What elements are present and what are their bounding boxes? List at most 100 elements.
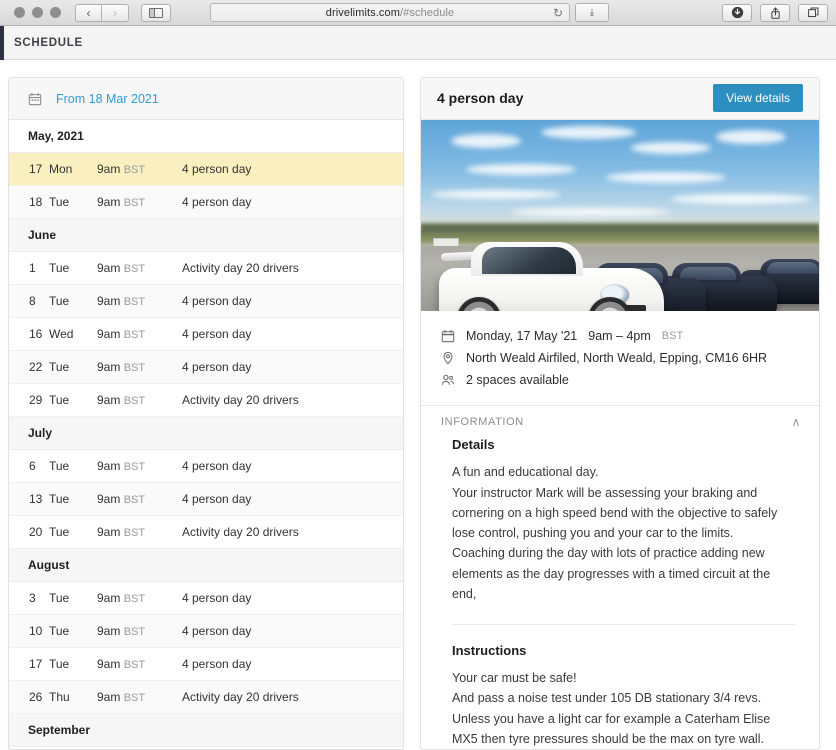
row-time: 9am BST: [97, 525, 182, 539]
browser-toolbar: ‹ › drivelimits.com/#schedule ↻ ⤓: [0, 0, 836, 26]
cloud-shape: [466, 163, 576, 175]
row-time: 9am BST: [97, 459, 182, 473]
cloud-shape: [451, 133, 521, 148]
row-day: 26: [29, 690, 43, 704]
reader-view-button[interactable]: ⤓: [575, 3, 609, 22]
meta-date-row: Monday, 17 May '21 9am – 4pm BST: [441, 325, 803, 347]
row-weekday: Wed: [49, 327, 74, 341]
row-day: 3: [29, 591, 36, 605]
schedule-row[interactable]: 20 Tue 9am BST Activity day 20 drivers: [9, 516, 403, 549]
view-details-button[interactable]: View details: [713, 84, 803, 113]
tabs-icon: [807, 7, 818, 18]
information-label: INFORMATION: [441, 415, 524, 428]
row-time-tz: BST: [123, 164, 146, 176]
downloads-button[interactable]: [722, 3, 752, 22]
row-time-tz: BST: [123, 626, 146, 638]
month-header: September: [9, 714, 403, 747]
row-weekday: Mon: [49, 162, 73, 176]
row-weekday: Tue: [49, 261, 70, 275]
show-tabs-button[interactable]: [798, 3, 828, 22]
location-pin-icon: [443, 352, 453, 365]
schedule-row[interactable]: 17 Mon 9am BST 4 person day: [9, 153, 403, 186]
car-glass: [767, 262, 819, 274]
close-window-button[interactable]: [14, 7, 25, 18]
row-time: 9am BST: [97, 162, 182, 176]
url-domain: drivelimits.com: [325, 6, 400, 19]
cloud-shape: [716, 129, 786, 144]
schedule-row[interactable]: 16 Wed 9am BST 4 person day: [9, 318, 403, 351]
row-time-tz: BST: [123, 527, 146, 539]
app-header: SCHEDULE: [0, 26, 836, 60]
month-header: May, 2021: [9, 120, 403, 153]
event-meta: Monday, 17 May '21 9am – 4pm BST North W…: [421, 311, 819, 407]
schedule-row[interactable]: 6 Tue 9am BST 4 person day: [9, 450, 403, 483]
cloud-shape: [671, 193, 811, 204]
sidebar-icon: [149, 7, 163, 18]
row-time-value: 9am: [97, 195, 121, 209]
schedule-row[interactable]: 1 Tue 9am BST Activity day 20 drivers: [9, 252, 403, 285]
row-day: 18: [29, 195, 43, 209]
window-traffic-lights: [14, 7, 61, 18]
share-button[interactable]: [760, 3, 790, 22]
forward-button[interactable]: ›: [102, 3, 129, 22]
information-body: Details A fun and educational day. Your i…: [421, 437, 819, 749]
meta-date-text: Monday, 17 May '21: [466, 329, 578, 344]
schedule-row[interactable]: 29 Tue 9am BST Activity day 20 drivers: [9, 384, 403, 417]
row-time: 9am BST: [97, 492, 182, 506]
row-day: 6: [29, 459, 36, 473]
row-event-name: 4 person day: [182, 591, 252, 605]
row-weekday: Tue: [49, 195, 70, 209]
back-button[interactable]: ‹: [75, 3, 102, 22]
row-day: 29: [29, 393, 43, 407]
schedule-row[interactable]: 8 Tue 9am BST 4 person day: [9, 285, 403, 318]
navigation-buttons: ‹ ›: [75, 3, 129, 22]
rear-wheel: [457, 296, 501, 312]
schedule-row[interactable]: 13 Tue 9am BST 4 person day: [9, 483, 403, 516]
row-time-value: 9am: [97, 657, 121, 671]
row-time: 9am BST: [97, 327, 182, 341]
row-weekday: Tue: [49, 525, 70, 539]
schedule-row[interactable]: 18 Tue 9am BST 4 person day: [9, 186, 403, 219]
schedule-row[interactable]: 22 Tue 9am BST 4 person day: [9, 351, 403, 384]
maximize-window-button[interactable]: [50, 7, 61, 18]
information-section-toggle[interactable]: INFORMATION ∧: [421, 406, 819, 437]
calendar-icon: [441, 329, 455, 343]
car-windshield: [481, 246, 577, 274]
row-time-tz: BST: [123, 395, 146, 407]
row-event-name: Activity day 20 drivers: [182, 393, 299, 407]
download-icon: [731, 6, 743, 19]
event-detail-card: 4 person day View details Monday, 17 May…: [420, 77, 820, 750]
details-heading: Details: [452, 437, 495, 453]
row-time: 9am BST: [97, 360, 182, 374]
white-porsche-gt3: [439, 241, 664, 312]
row-event-name: 4 person day: [182, 459, 252, 473]
schedule-row[interactable]: 17 Tue 9am BST 4 person day: [9, 648, 403, 681]
row-day: 17: [29, 657, 43, 671]
row-time: 9am BST: [97, 393, 182, 407]
reload-icon[interactable]: ↻: [553, 7, 563, 19]
page-body: From 18 Mar 2021 May, 2021 17 Mon 9am BST 4 …: [0, 60, 836, 750]
meta-location-row: North Weald Airfiled, North Weald, Eppin…: [441, 347, 803, 369]
row-event-name: 4 person day: [182, 294, 252, 308]
date-filter-label: From 18 Mar 2021: [56, 91, 159, 106]
row-time-tz: BST: [123, 659, 146, 671]
row-time-value: 9am: [97, 624, 121, 638]
chevron-up-icon: ∧: [791, 414, 801, 429]
month-header: June: [9, 219, 403, 252]
event-title: 4 person day: [437, 90, 524, 107]
row-time-tz: BST: [123, 692, 146, 704]
row-time: 9am BST: [97, 294, 182, 308]
schedule-row[interactable]: 26 Thu 9am BST Activity day 20 drivers: [9, 681, 403, 714]
minimize-window-button[interactable]: [32, 7, 43, 18]
address-bar[interactable]: drivelimits.com/#schedule ↻: [210, 3, 570, 22]
schedule-row[interactable]: 3 Tue 9am BST 4 person day: [9, 582, 403, 615]
month-header: August: [9, 549, 403, 582]
row-day: 13: [29, 492, 43, 506]
row-time-value: 9am: [97, 459, 121, 473]
schedule-row[interactable]: 10 Tue 9am BST 4 person day: [9, 615, 403, 648]
date-filter[interactable]: From 18 Mar 2021: [9, 78, 403, 120]
row-time-tz: BST: [123, 329, 146, 341]
section-divider: [452, 624, 795, 625]
sidebar-toggle-button[interactable]: [141, 3, 171, 22]
row-weekday: Tue: [49, 624, 70, 638]
